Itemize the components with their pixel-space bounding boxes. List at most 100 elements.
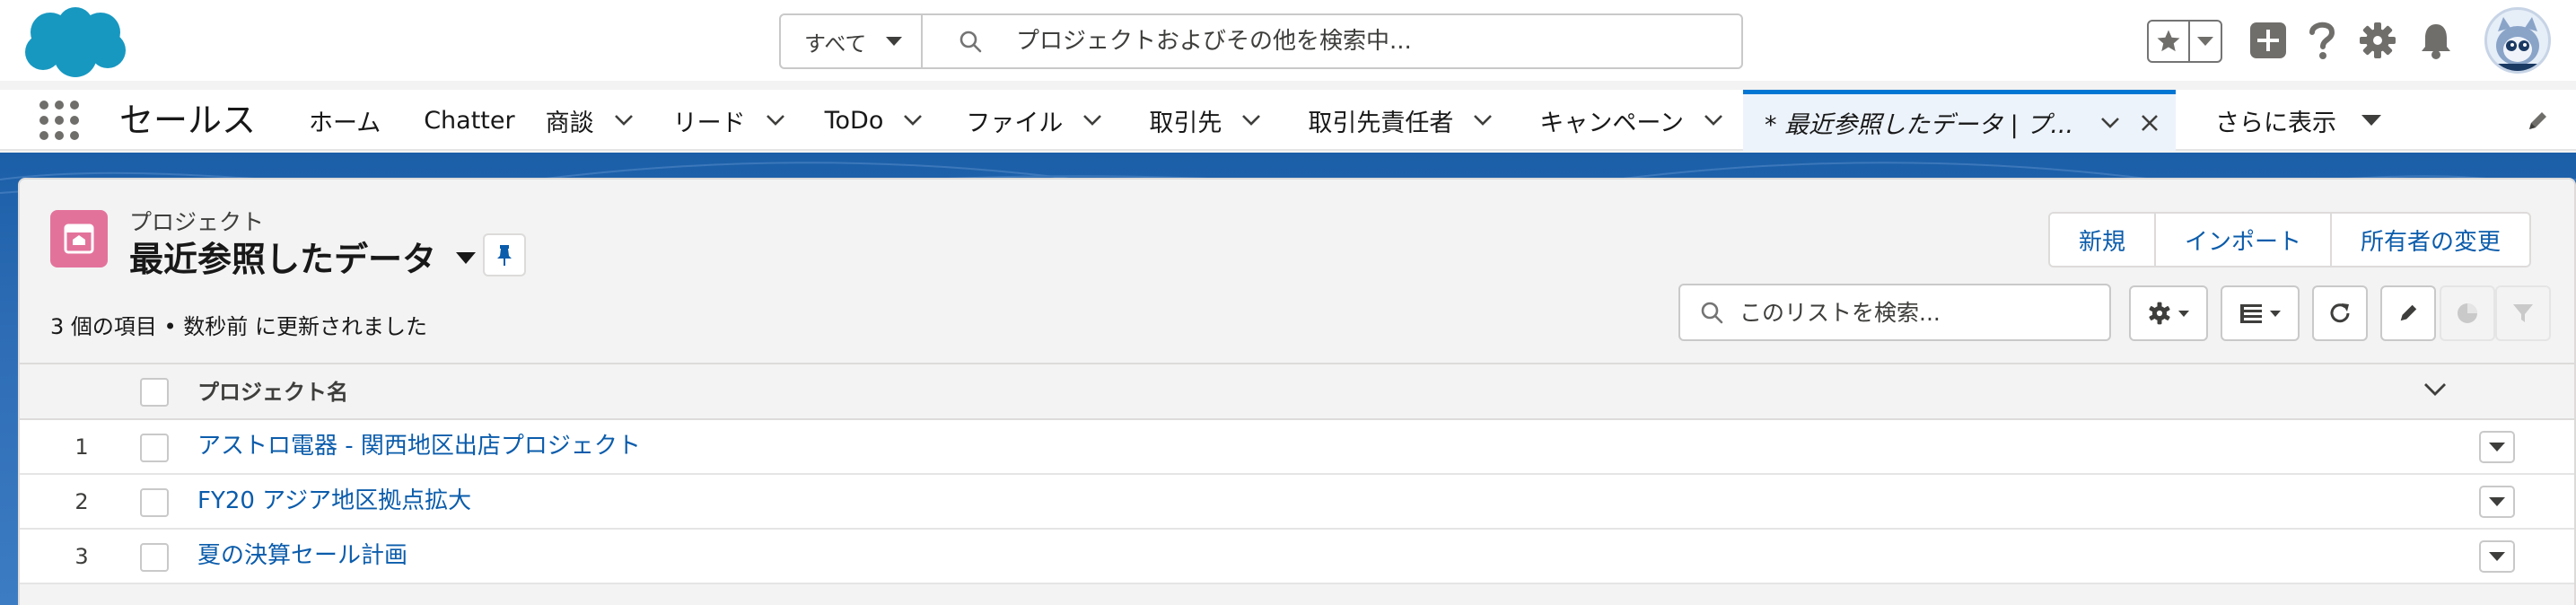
chevron-down-icon	[2361, 115, 2381, 126]
change-owner-button[interactable]: 所有者の変更	[2332, 214, 2530, 266]
list-actions: 新規 インポート 所有者の変更	[2048, 212, 2532, 267]
setup-button[interactable]	[2359, 22, 2396, 59]
avatar[interactable]	[2484, 7, 2551, 74]
list-search	[1678, 284, 2111, 341]
nav-item-opportunities[interactable]: 商談	[546, 90, 634, 151]
chevron-down-icon[interactable]	[766, 114, 785, 127]
chart-icon	[2458, 303, 2477, 323]
row-checkbox[interactable]	[140, 434, 169, 462]
charts-button[interactable]	[2440, 285, 2495, 341]
row-actions-button[interactable]	[2479, 431, 2515, 463]
row-actions-button[interactable]	[2479, 540, 2515, 573]
help-button[interactable]	[2307, 20, 2337, 61]
nav-item-home[interactable]: ホーム	[309, 90, 381, 151]
chevron-down-icon[interactable]	[1704, 114, 1723, 127]
nav-item-label: 取引先	[1149, 109, 1222, 137]
refresh-button[interactable]	[2312, 285, 2368, 341]
filters-button[interactable]	[2495, 285, 2551, 341]
chevron-down-icon	[2489, 552, 2505, 561]
app-navigation-bar: セールス ホーム Chatter 商談 リード ToDo ファイル 取引先 取引…	[0, 90, 2576, 151]
gear-icon	[2360, 22, 2396, 58]
list-search-input[interactable]	[1739, 299, 2090, 326]
more-nav-button[interactable]: さらに表示	[2215, 90, 2381, 151]
row-number: 1	[74, 434, 89, 460]
select-all-checkbox[interactable]	[140, 378, 169, 407]
nav-item-label: 取引先責任者	[1308, 109, 1454, 137]
records-table: プロジェクト名 1 アストロ電器 - 関西地区出店プロジェクト 2 FY20 ア…	[20, 363, 2574, 584]
global-search-input[interactable]	[1016, 28, 1716, 55]
project-name-link[interactable]: アストロ電器 - 関西地区出店プロジェクト	[197, 420, 641, 472]
global-actions-button[interactable]	[2249, 22, 2287, 59]
pin-list-button[interactable]	[483, 233, 526, 276]
edit-nav-button[interactable]	[2526, 110, 2549, 133]
nav-item-label: 商談	[545, 109, 594, 137]
notifications-button[interactable]	[2420, 22, 2452, 59]
nav-item-chatter[interactable]: Chatter	[424, 90, 514, 151]
app-launcher-icon[interactable]	[39, 101, 79, 140]
app-name: セールス	[119, 101, 257, 140]
nav-item-contacts[interactable]: 取引先責任者	[1308, 90, 1493, 151]
pencil-icon	[2400, 304, 2417, 321]
chevron-down-icon	[2489, 443, 2505, 452]
row-number: 3	[74, 544, 89, 569]
nav-item-accounts[interactable]: 取引先	[1149, 90, 1261, 151]
pencil-icon	[2529, 112, 2546, 129]
nav-item-label: キャンペーン	[1539, 109, 1684, 137]
nav-item-todo[interactable]: ToDo	[825, 90, 924, 151]
row-checkbox[interactable]	[140, 488, 169, 517]
table-row: 2 FY20 アジア地区拠点拡大	[20, 475, 2574, 530]
list-view-selector[interactable]: 最近参照したデータ	[129, 232, 477, 281]
chevron-down-icon[interactable]	[614, 114, 634, 127]
column-header-project-name[interactable]: プロジェクト名	[197, 364, 348, 420]
tab-label: * 最近参照したデータ | プ...	[1765, 111, 2074, 139]
list-status: 3 個の項目 • 数秒前 に更新されました	[50, 314, 427, 339]
project-name-link[interactable]: 夏の決算セール計画	[197, 530, 407, 582]
bell-icon	[2422, 24, 2450, 59]
favorites-list-button[interactable]	[2190, 37, 2221, 46]
nav-item-files[interactable]: ファイル	[966, 90, 1102, 151]
chevron-down-icon	[2270, 310, 2281, 317]
display-as-button[interactable]	[2221, 285, 2300, 341]
list-settings-button[interactable]	[2129, 285, 2208, 341]
add-icon	[2250, 22, 2286, 58]
pin-icon	[497, 245, 512, 266]
table-icon	[2240, 304, 2262, 323]
search-icon	[1701, 302, 1723, 324]
chevron-down-icon[interactable]	[903, 114, 923, 127]
salesforce-cloud-logo[interactable]	[23, 5, 129, 79]
chevron-down-icon[interactable]	[2100, 117, 2120, 129]
gear-icon	[2149, 302, 2170, 325]
tab-recent-projects[interactable]: * 最近参照したデータ | プ...	[1743, 90, 2176, 151]
import-button[interactable]: インポート	[2156, 214, 2333, 266]
nav-item-label: ファイル	[966, 109, 1064, 137]
table-row: 3 夏の決算セール計画	[20, 530, 2574, 584]
chevron-down-icon	[886, 37, 903, 46]
nav-item-leads[interactable]: リード	[673, 90, 785, 151]
inline-edit-button[interactable]	[2380, 285, 2436, 341]
project-name-link[interactable]: FY20 アジア地区拠点拡大	[197, 475, 471, 527]
favorites-button[interactable]	[2149, 22, 2190, 61]
star-icon	[2157, 30, 2180, 52]
chevron-down-icon	[2197, 37, 2213, 46]
search-scope-select[interactable]: すべて	[781, 15, 923, 67]
help-icon	[2309, 22, 2335, 59]
close-icon[interactable]	[2140, 113, 2160, 133]
refresh-icon	[2330, 303, 2350, 323]
chevron-down-icon[interactable]	[1473, 114, 1493, 127]
global-search: すべて	[779, 13, 1743, 69]
chevron-down-icon[interactable]	[1082, 114, 1102, 127]
nav-item-label: Chatter	[424, 106, 515, 135]
row-checkbox[interactable]	[140, 543, 169, 572]
new-button[interactable]: 新規	[2050, 214, 2157, 266]
chevron-down-icon[interactable]	[1241, 114, 1261, 127]
search-scope-label: すべて	[804, 31, 867, 57]
column-actions-button[interactable]	[2423, 382, 2447, 397]
page-title: 最近参照したデータ	[129, 240, 437, 279]
row-actions-button[interactable]	[2479, 486, 2515, 518]
row-number: 2	[74, 489, 89, 514]
nav-item-campaigns[interactable]: キャンペーン	[1539, 90, 1723, 151]
list-view-card: プロジェクト 最近参照したデータ 3 個の項目 • 数秒前 に更新されました 新…	[18, 178, 2576, 605]
chevron-down-icon	[2489, 497, 2505, 506]
nav-item-label: リード	[672, 109, 746, 137]
favorites-group	[2147, 20, 2222, 63]
